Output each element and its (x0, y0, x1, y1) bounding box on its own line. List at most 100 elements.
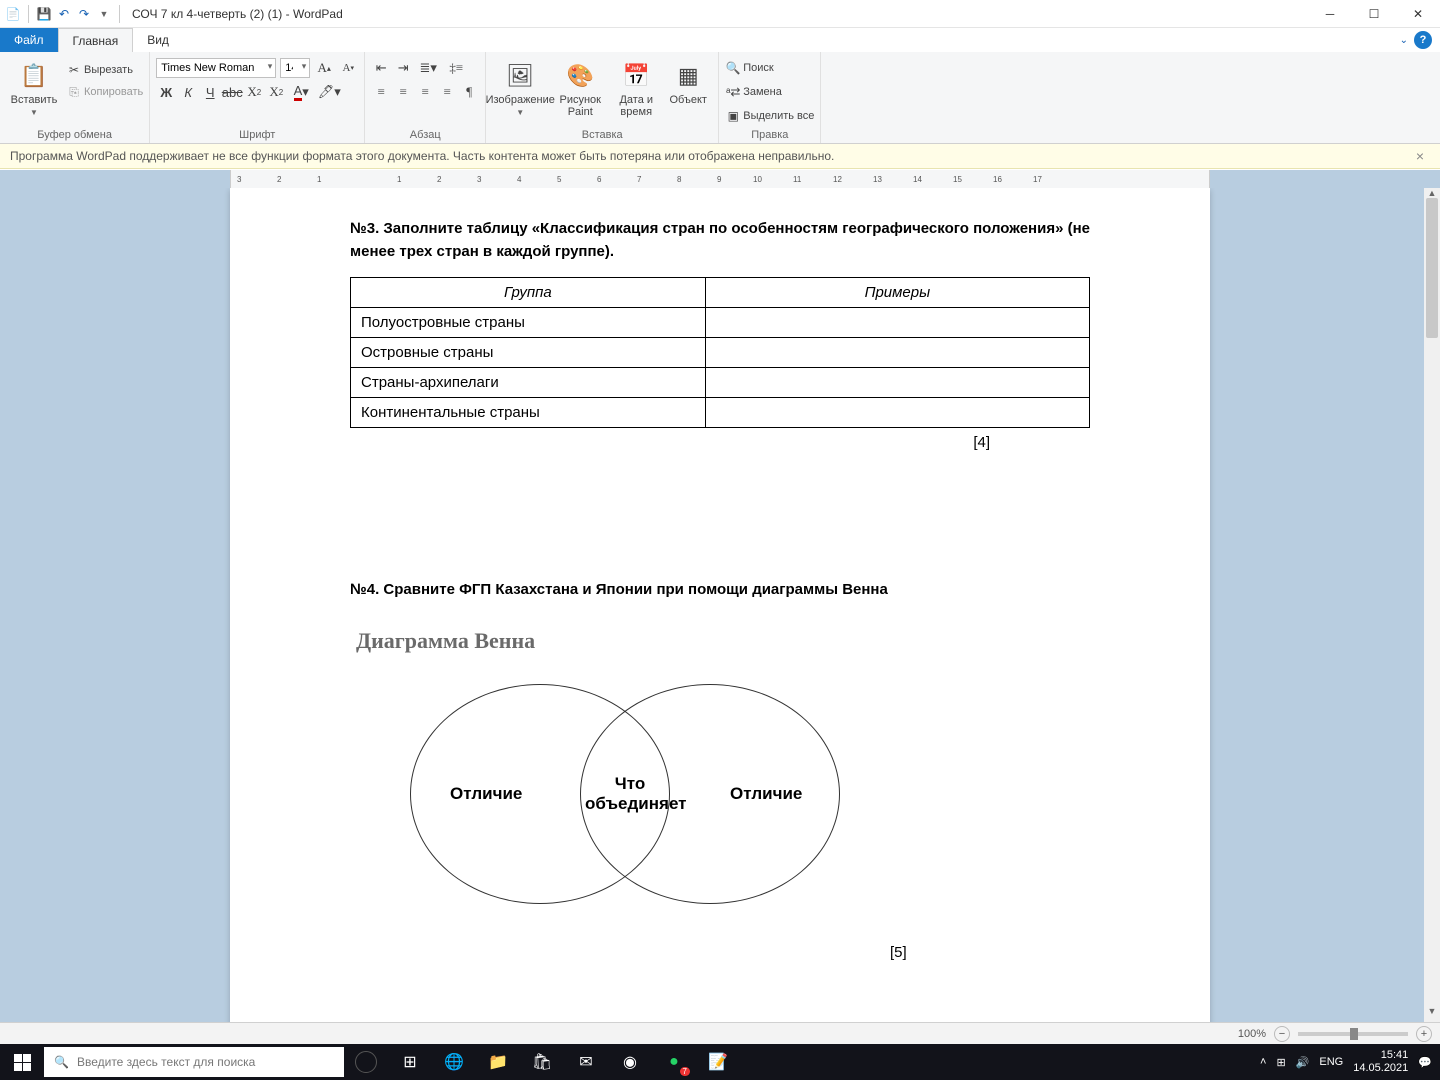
svg-text:10: 10 (753, 175, 762, 184)
bold-button[interactable]: Ж (156, 82, 176, 102)
table-row: Страны-архипелаги (351, 368, 1090, 398)
superscript-button[interactable]: X2 (266, 82, 286, 102)
font-size-combo[interactable] (280, 58, 310, 78)
zoom-slider[interactable] (1298, 1032, 1408, 1036)
insert-datetime-button[interactable]: 📅Дата и время (612, 58, 660, 118)
insert-image-button[interactable]: 🖼Изображение▼ (492, 58, 548, 117)
horizontal-ruler[interactable]: 321 1234 5678 9101112 13141516 17 (230, 170, 1210, 188)
ribbon-tabs: Файл Главная Вид ⌄ ? (0, 28, 1440, 52)
maximize-button[interactable]: ☐ (1352, 0, 1396, 28)
image-icon: 🖼 (504, 60, 536, 92)
table-row: Островные страны (351, 338, 1090, 368)
replace-icon: ᵃ⇄ (725, 84, 741, 100)
tab-file[interactable]: Файл (0, 28, 58, 52)
explorer-icon[interactable]: 📁 (476, 1044, 520, 1080)
copy-icon: ⎘ (66, 84, 82, 100)
align-justify-button[interactable]: ≡ (437, 82, 457, 102)
strike-button[interactable]: abc (222, 82, 242, 102)
volume-icon[interactable]: 🔊 (1296, 1056, 1310, 1069)
score-q4: [5] (890, 944, 1090, 961)
qat-dropdown-icon[interactable]: ▼ (95, 5, 113, 23)
question-4-title: №4. Сравните ФГП Казахстана и Японии при… (350, 581, 1090, 598)
svg-text:13: 13 (873, 175, 882, 184)
venn-label-right: Отличие (730, 784, 802, 804)
wordpad-taskbar-icon[interactable]: 📝 (696, 1044, 740, 1080)
underline-button[interactable]: Ч (200, 82, 220, 102)
vertical-scrollbar[interactable]: ▲ ▼ (1424, 188, 1440, 1022)
undo-icon[interactable]: ↶ (55, 5, 73, 23)
align-center-button[interactable]: ≡ (393, 82, 413, 102)
search-placeholder: Введите здесь текст для поиска (77, 1055, 255, 1069)
font-name-combo[interactable] (156, 58, 276, 78)
compat-warning-bar: Программа WordPad поддерживает не все фу… (0, 144, 1440, 169)
taskbar-search[interactable]: 🔍 Введите здесь текст для поиска (44, 1047, 344, 1077)
zoom-out-button[interactable]: − (1274, 1026, 1290, 1042)
title-bar: 📄 💾 ↶ ↷ ▼ СОЧ 7 кл 4-четверть (2) (1) - … (0, 0, 1440, 28)
table-header-examples: Примеры (705, 278, 1089, 308)
font-color-button[interactable]: A▾ (288, 82, 314, 102)
paragraph-dialog-button[interactable]: ¶ (459, 82, 479, 102)
svg-text:3: 3 (237, 175, 242, 184)
svg-text:7: 7 (637, 175, 642, 184)
paste-button[interactable]: 📋 Вставить ▼ (6, 58, 62, 117)
action-center-icon[interactable]: 💬 (1418, 1056, 1432, 1069)
venn-label-center: Что объединяет (585, 774, 675, 814)
venn-label-left: Отличие (450, 784, 522, 804)
start-button[interactable] (0, 1044, 44, 1080)
svg-text:2: 2 (437, 175, 442, 184)
replace-button[interactable]: ᵃ⇄Замена (725, 82, 782, 102)
taskbar-clock[interactable]: 15:41 14.05.2021 (1353, 1049, 1408, 1074)
align-left-button[interactable]: ≡ (371, 82, 391, 102)
shrink-font-button[interactable]: A▾ (338, 58, 358, 78)
network-icon[interactable]: ⊞ (1276, 1056, 1285, 1069)
tab-home[interactable]: Главная (58, 28, 134, 52)
line-spacing-button[interactable]: ‡≡ (443, 58, 469, 78)
find-button[interactable]: 🔍Поиск (725, 58, 773, 78)
cortana-button[interactable]: ⊞ (388, 1044, 432, 1080)
svg-text:1: 1 (317, 175, 322, 184)
svg-text:16: 16 (993, 175, 1002, 184)
close-warning-button[interactable]: × (1410, 148, 1430, 164)
zoom-value: 100% (1238, 1028, 1266, 1040)
object-icon: ▦ (672, 60, 704, 92)
ribbon-collapse-icon[interactable]: ⌄ (1400, 35, 1408, 46)
grow-font-button[interactable]: A▴ (314, 58, 334, 78)
indent-increase-button[interactable]: ⇥ (393, 58, 413, 78)
redo-icon[interactable]: ↷ (75, 5, 93, 23)
question-3-title: №3. Заполните таблицу «Классификация стр… (350, 218, 1090, 263)
edge-icon[interactable]: 🌐 (432, 1044, 476, 1080)
paste-icon: 📋 (18, 60, 50, 92)
minimize-button[interactable]: ─ (1308, 0, 1352, 28)
scroll-down-icon[interactable]: ▼ (1424, 1006, 1440, 1022)
svg-text:1: 1 (397, 175, 402, 184)
search-icon: 🔍 (54, 1055, 69, 1069)
scroll-thumb[interactable] (1426, 198, 1438, 338)
italic-button[interactable]: К (178, 82, 198, 102)
language-indicator[interactable]: ENG (1319, 1056, 1343, 1068)
bullets-button[interactable]: ≣▾ (415, 58, 441, 78)
insert-object-button[interactable]: ▦Объект (664, 58, 712, 106)
tray-expand-icon[interactable]: ˄ (1260, 1056, 1266, 1068)
align-right-button[interactable]: ≡ (415, 82, 435, 102)
table-header-group: Группа (351, 278, 706, 308)
document-page[interactable]: №3. Заполните таблицу «Классификация стр… (230, 188, 1210, 1022)
chrome-icon[interactable]: ◉ (608, 1044, 652, 1080)
copy-button[interactable]: ⎘Копировать (66, 82, 143, 102)
indent-decrease-button[interactable]: ⇤ (371, 58, 391, 78)
highlight-button[interactable]: 🖊▾ (316, 82, 342, 102)
tab-view[interactable]: Вид (133, 28, 183, 52)
venn-diagram: Отличие Что объединяет Отличие (410, 684, 850, 924)
insert-paint-button[interactable]: 🎨Рисунок Paint (552, 58, 608, 118)
close-button[interactable]: ✕ (1396, 0, 1440, 28)
whatsapp-icon[interactable]: ●7 (652, 1044, 696, 1080)
select-all-button[interactable]: ▣Выделить все (725, 106, 814, 126)
save-icon[interactable]: 💾 (35, 5, 53, 23)
store-icon[interactable]: 🛍 (520, 1044, 564, 1080)
help-icon[interactable]: ? (1414, 31, 1432, 49)
taskbar: 🔍 Введите здесь текст для поиска ⊞ 🌐 📁 🛍… (0, 1044, 1440, 1080)
task-view-button[interactable] (355, 1051, 377, 1073)
subscript-button[interactable]: X2 (244, 82, 264, 102)
mail-icon[interactable]: ✉ (564, 1044, 608, 1080)
zoom-in-button[interactable]: + (1416, 1026, 1432, 1042)
cut-button[interactable]: ✂Вырезать (66, 60, 143, 80)
